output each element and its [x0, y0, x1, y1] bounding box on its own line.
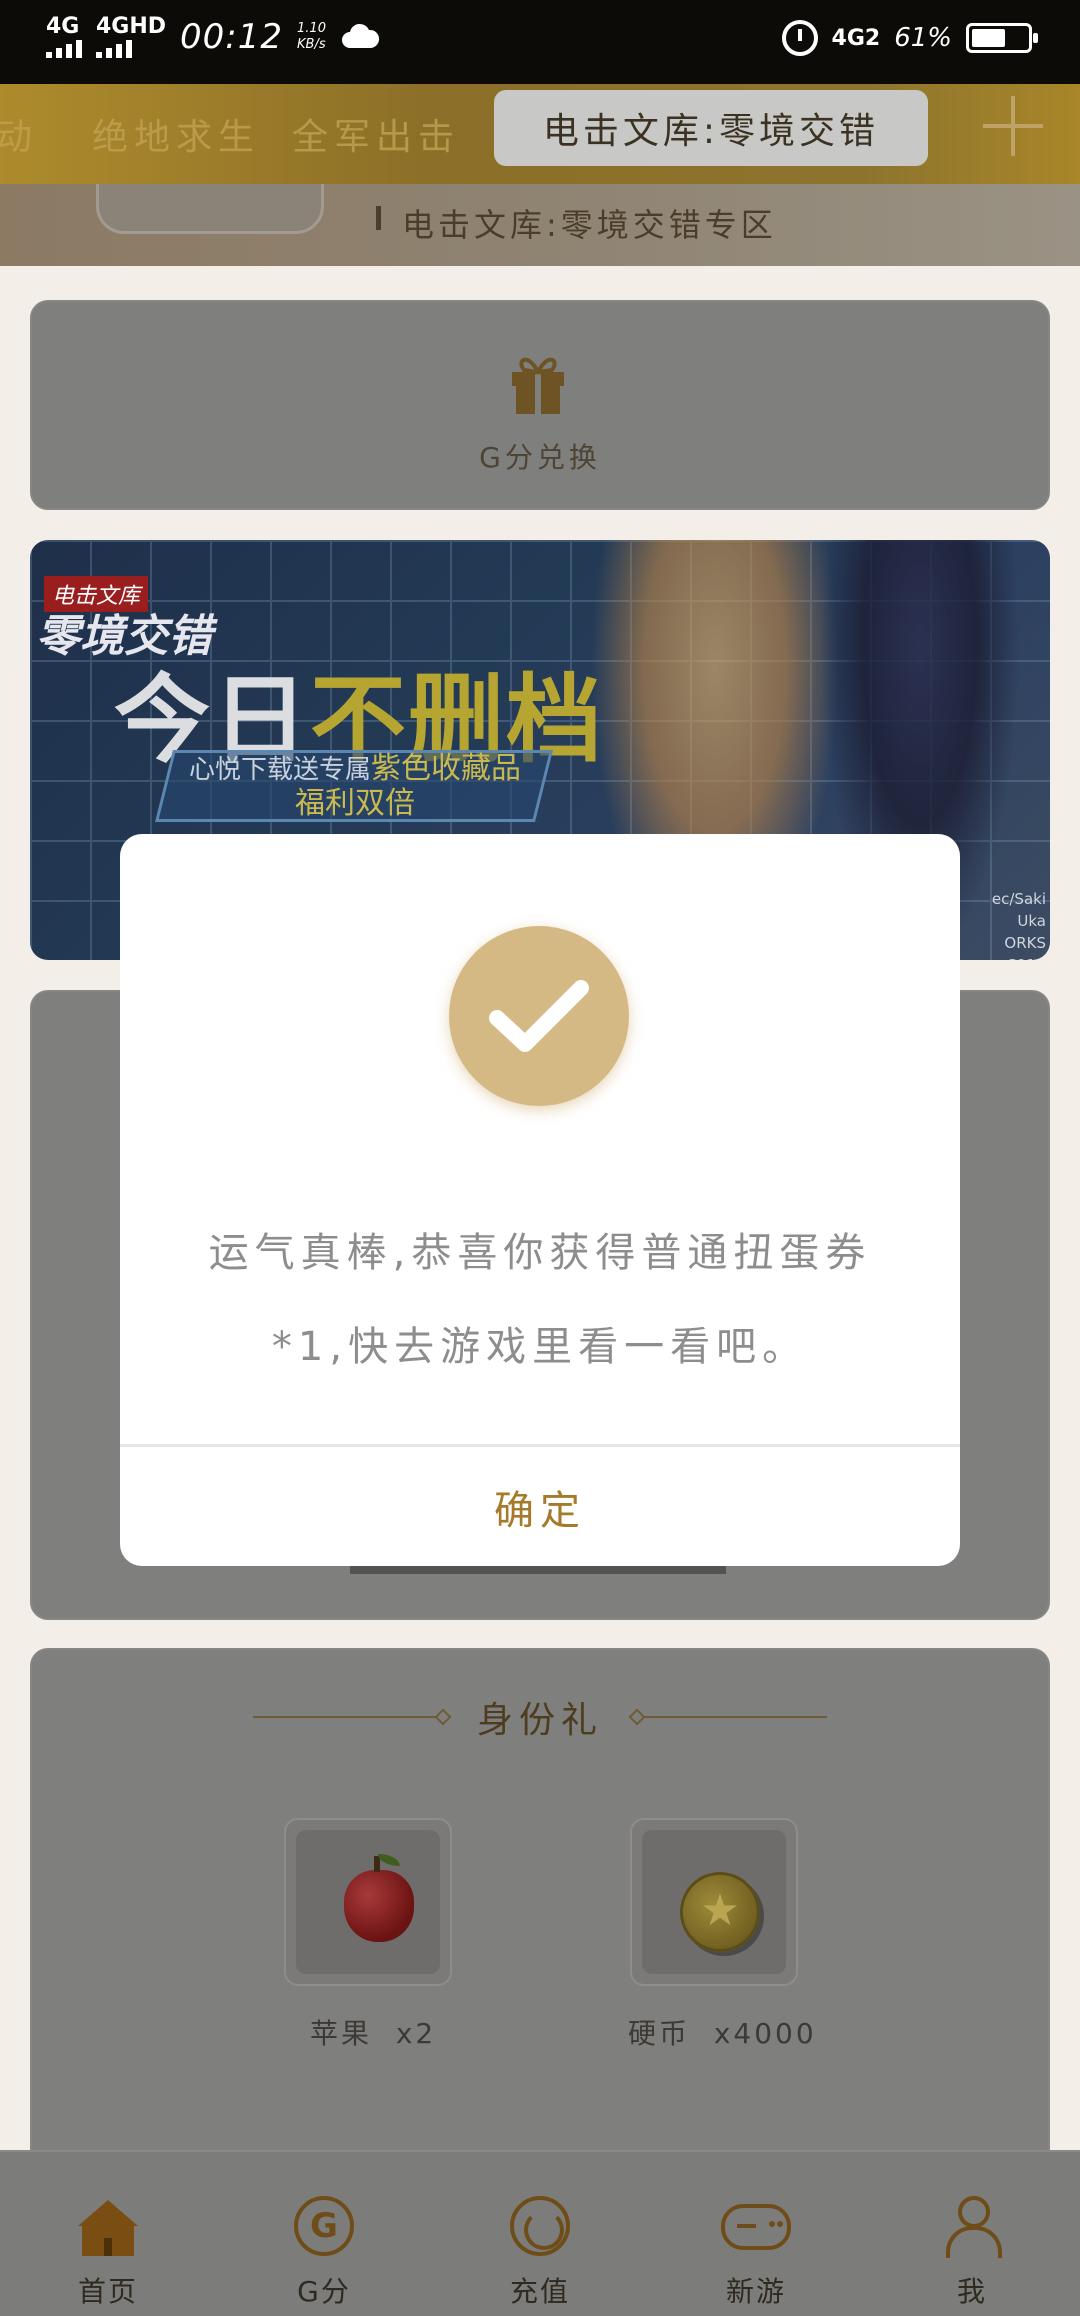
network-speed: 1.10 KB/s [297, 21, 326, 53]
status-right: 4G2 61% [781, 20, 1038, 56]
battery-icon [966, 23, 1038, 53]
network-speed-value: 1.10 [297, 21, 326, 36]
alarm-icon [781, 20, 818, 56]
battery-percent: 61% [894, 23, 952, 53]
signal-2: 4GHD [96, 16, 166, 58]
status-left: 4G 4GHD 00:12 1.10 KB/s [46, 16, 380, 58]
status-bar: 4G 4GHD 00:12 1.10 KB/s 4G2 61% [0, 0, 1080, 84]
dialog-message: 运气真棒,恭喜你获得普通扭蛋券*1,快去游戏里看一看吧。 [208, 1230, 872, 1370]
signal-1-label: 4G [46, 14, 80, 39]
battery-fill [972, 29, 1005, 47]
signal-1: 4G [46, 16, 82, 58]
network-2-label: 4G2 [831, 25, 881, 51]
signal-2-label: 4GHD [96, 14, 167, 39]
signal-bars-icon [96, 38, 132, 58]
reward-dialog: 运气真棒,恭喜你获得普通扭蛋券*1,快去游戏里看一看吧。 确定 [120, 834, 960, 1566]
network-speed-unit: KB/s [297, 37, 326, 52]
check-icon [449, 926, 629, 1106]
cloud-icon [341, 23, 380, 48]
confirm-button[interactable]: 确定 [120, 1447, 960, 1566]
clock: 00:12 [180, 17, 284, 57]
signal-bars-icon [46, 38, 82, 58]
